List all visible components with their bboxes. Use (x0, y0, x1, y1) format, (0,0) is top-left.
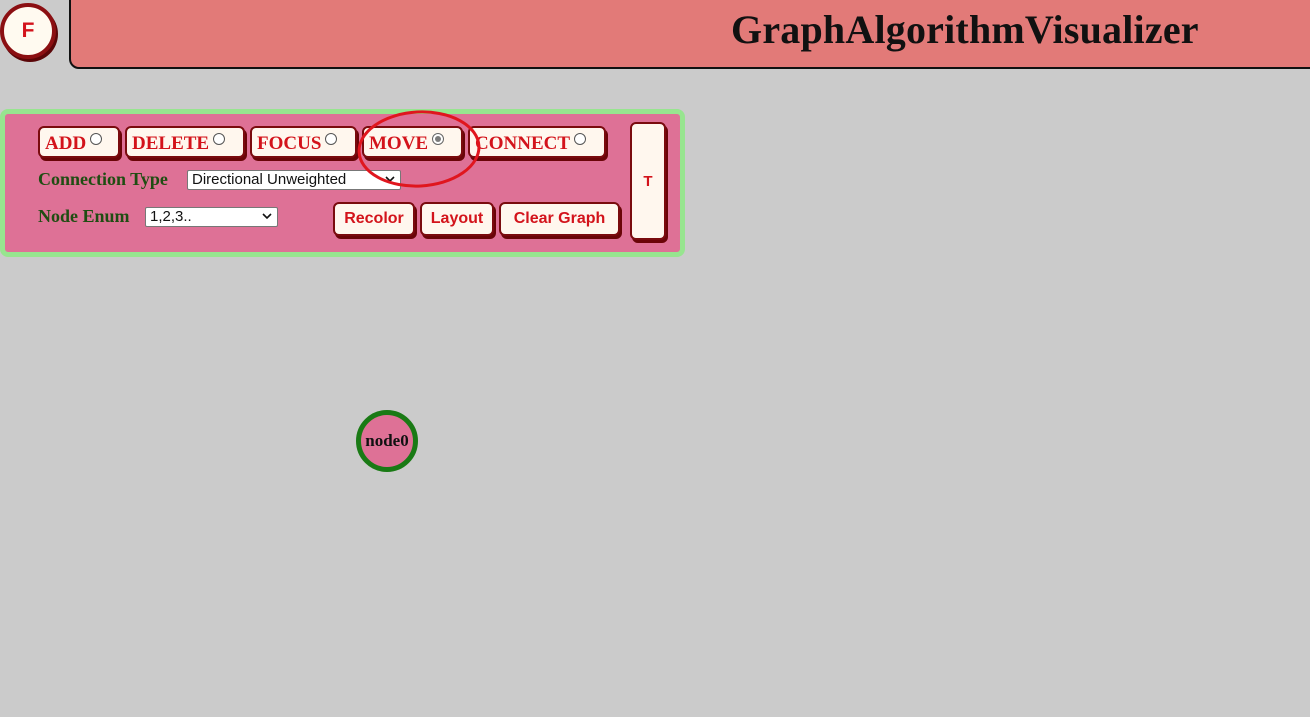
control-panel: ADD DELETE FOCUS MOVE CONNECT Connection… (0, 109, 685, 257)
graph-node[interactable]: node0 (356, 410, 418, 472)
layout-button[interactable]: Layout (420, 202, 494, 236)
mode-move-label: MOVE (369, 133, 429, 154)
mode-move-button[interactable]: MOVE (362, 126, 463, 158)
clear-graph-button[interactable]: Clear Graph (499, 202, 620, 236)
mode-delete-label: DELETE (132, 133, 210, 154)
toggle-panel-button[interactable]: T (630, 122, 666, 240)
node-enum-select[interactable]: 1,2,3.. (145, 207, 278, 227)
graph-node-label: node0 (365, 431, 409, 450)
connection-type-label: Connection Type (38, 169, 168, 189)
mode-move-radio[interactable] (432, 133, 445, 145)
fab-button[interactable]: F (0, 3, 56, 59)
chevron-down-icon (262, 213, 272, 220)
mode-add-radio[interactable] (90, 133, 103, 145)
mode-connect-button[interactable]: CONNECT (468, 126, 606, 158)
node-enum-value: 1,2,3.. (150, 208, 192, 225)
mode-delete-button[interactable]: DELETE (125, 126, 245, 158)
chevron-down-icon (385, 176, 395, 183)
mode-connect-radio[interactable] (574, 133, 587, 145)
connection-type-select[interactable]: Directional Unweighted (187, 170, 401, 190)
fab-label: F (21, 19, 35, 42)
mode-add-label: ADD (45, 133, 87, 154)
mode-add-button[interactable]: ADD (38, 126, 120, 158)
toggle-label: T (643, 172, 653, 190)
app-root: F GraphAlgorithmVisualizer ADD DELETE FO… (0, 0, 1310, 717)
recolor-button[interactable]: Recolor (333, 202, 415, 236)
page-title: GraphAlgorithmVisualizer (731, 7, 1199, 52)
mode-delete-radio[interactable] (213, 133, 226, 145)
mode-focus-label: FOCUS (257, 133, 322, 154)
header-banner: GraphAlgorithmVisualizer (69, 0, 1310, 69)
mode-connect-label: CONNECT (475, 133, 571, 154)
mode-focus-radio[interactable] (325, 133, 338, 145)
node-enum-label: Node Enum (38, 206, 130, 226)
connection-type-value: Directional Unweighted (192, 171, 347, 188)
mode-focus-button[interactable]: FOCUS (250, 126, 357, 158)
